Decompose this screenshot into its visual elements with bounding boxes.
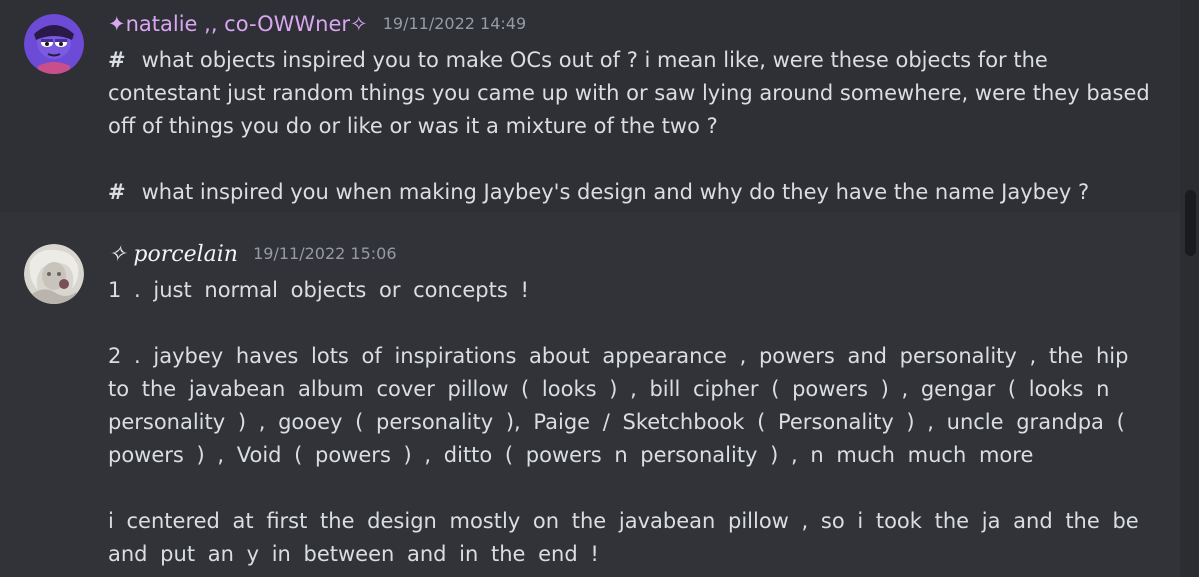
- message-item[interactable]: ✧ porcelain 19/11/2022 15:06 1 . just no…: [0, 212, 1180, 577]
- message-header: ✧ porcelain 19/11/2022 15:06: [108, 242, 397, 267]
- message-line: to the javabean album cover pillow ( loo…: [108, 377, 1110, 401]
- message-line: contestant just random things you came u…: [108, 81, 1150, 105]
- message-line: off of things you do or like or was it a…: [108, 114, 718, 138]
- scrollbar-thumb[interactable]: [1185, 190, 1196, 256]
- message-header: ✦natalie ,, co-OWWner✧ 19/11/2022 14:49: [108, 12, 526, 36]
- message-line: # what inspired you when making Jaybey's …: [108, 180, 1090, 204]
- scrollbar-track[interactable]: [1180, 0, 1199, 577]
- timestamp[interactable]: 19/11/2022 14:49: [383, 14, 526, 33]
- avatar[interactable]: [24, 244, 84, 304]
- avatar[interactable]: [24, 14, 84, 74]
- message-content: # what objects inspired you to make OCs o…: [108, 44, 1150, 209]
- message-content: 1 . just normal objects or concepts ! 2 …: [108, 274, 1139, 571]
- message-line: personality ) , gooey ( personality ), P…: [108, 410, 1125, 434]
- hash-icon: #: [108, 48, 126, 72]
- message-line: 1 . just normal objects or concepts !: [108, 278, 529, 302]
- message-line: # what objects inspired you to make OCs o…: [108, 48, 1048, 72]
- message-line: 2 . jaybey haves lots of inspirations ab…: [108, 344, 1129, 368]
- message-line: i centered at first the design mostly on…: [108, 509, 1139, 533]
- username[interactable]: ✧ porcelain: [108, 242, 238, 267]
- message-line: powers ) , Void ( powers ) , ditto ( pow…: [108, 443, 1034, 467]
- message-item[interactable]: ✦natalie ,, co-OWWner✧ 19/11/2022 14:49 …: [0, 0, 1180, 212]
- hash-icon: #: [108, 180, 126, 204]
- chat-message-list: ✦natalie ,, co-OWWner✧ 19/11/2022 14:49 …: [0, 0, 1199, 577]
- timestamp[interactable]: 19/11/2022 15:06: [253, 244, 396, 263]
- message-line: and put an y in between and in the end !: [108, 542, 599, 566]
- username[interactable]: ✦natalie ,, co-OWWner✧: [108, 12, 368, 36]
